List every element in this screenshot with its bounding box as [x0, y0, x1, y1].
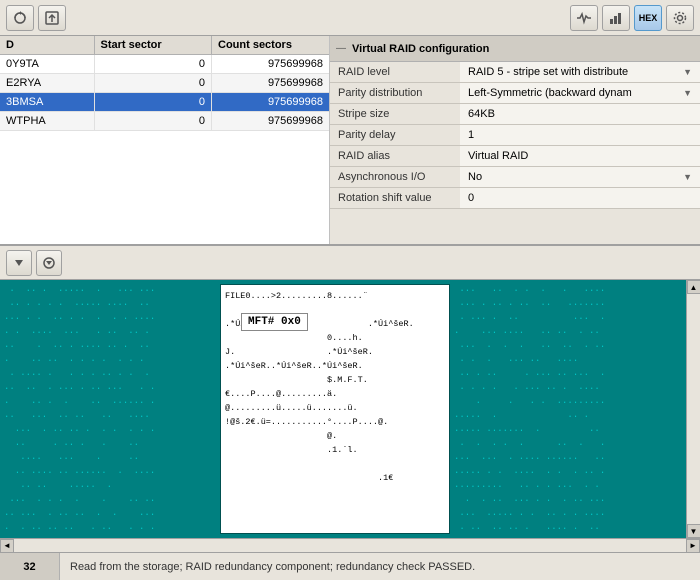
dropdown-arrow-icon[interactable]: ▼ [683, 88, 692, 98]
toolbar-left [6, 5, 66, 31]
disk-id-cell: 3BMSA [0, 93, 94, 112]
export-icon [44, 10, 60, 26]
top-toolbar: HEX [0, 0, 700, 36]
col-header-start: Start sector [94, 36, 212, 55]
chart-button[interactable] [602, 5, 630, 31]
refresh-button[interactable] [6, 5, 34, 31]
mid-dropdown1-button[interactable] [6, 250, 32, 276]
disk-count-cell: 975699968 [212, 112, 330, 131]
raid-panel: — Virtual RAID configuration RAID level … [330, 36, 700, 244]
down-arrow-icon [13, 257, 25, 269]
disk-start-cell: 0 [94, 112, 212, 131]
pulse-button[interactable] [570, 5, 598, 31]
raid-config-header: — Virtual RAID configuration [330, 36, 700, 62]
disk-count-cell: 975699968 [212, 74, 330, 93]
raid-value-text: No [468, 171, 482, 183]
raid-field-label: Rotation shift value [330, 188, 460, 209]
settings-icon [672, 10, 688, 26]
disk-id-cell: E2RYA [0, 74, 94, 93]
raid-field-label: Asynchronous I/O [330, 167, 460, 188]
main-area: D Start sector Count sectors 0Y9TA 0 975… [0, 36, 700, 246]
scroll-down-button[interactable]: ▼ [687, 524, 700, 538]
raid-value-text: RAID 5 - stripe set with distribute [468, 66, 628, 78]
disk-count-cell: 975699968 [212, 55, 330, 74]
toolbar-right: HEX [570, 5, 694, 31]
chart-icon [608, 10, 624, 26]
raid-config-row: Rotation shift value 0 [330, 188, 700, 209]
hex-highlight-text: MFT# 0x0 [248, 316, 301, 328]
settings-button[interactable] [666, 5, 694, 31]
hex-button[interactable]: HEX [634, 5, 662, 31]
refresh-icon [12, 10, 28, 26]
raid-value-text: 64KB [468, 108, 495, 120]
raid-header-title: Virtual RAID configuration [352, 43, 489, 55]
raid-field-label: Parity delay [330, 125, 460, 146]
raid-field-label: RAID level [330, 62, 460, 83]
disk-start-cell: 0 [94, 55, 212, 74]
hex-view-area: · ·· · ····· · ··· ··· ·· · · · · ····· … [0, 280, 700, 538]
col-header-id: D [0, 36, 94, 55]
mid-dropdown2-button[interactable] [36, 250, 62, 276]
scroll-right-button[interactable]: ► [686, 539, 700, 553]
raid-field-label: Parity distribution [330, 83, 460, 104]
mid-toolbar [0, 246, 700, 280]
raid-field-label: RAID alias [330, 146, 460, 167]
raid-config-row: Stripe size 64KB [330, 104, 700, 125]
col-header-count: Count sectors [212, 36, 330, 55]
hex-dots-left: · ·· · ····· · ··· ··· ·· · · · · ····· … [0, 280, 220, 538]
dropdown-arrow-icon[interactable]: ▼ [683, 67, 692, 77]
vertical-scrollbar[interactable]: ▲ ▼ [686, 280, 700, 538]
raid-field-value: 0 [460, 188, 700, 209]
scroll-left-button[interactable]: ◄ [0, 539, 14, 553]
raid-field-value: 1 [460, 125, 700, 146]
raid-field-value[interactable]: RAID 5 - stripe set with distribute ▼ [460, 62, 700, 83]
raid-config-row: RAID alias Virtual RAID [330, 146, 700, 167]
raid-config-row: Parity distribution Left-Symmetric (back… [330, 83, 700, 104]
horizontal-scrollbar[interactable]: ◄ ► [0, 538, 700, 552]
disk-panel: D Start sector Count sectors 0Y9TA 0 975… [0, 36, 330, 244]
raid-config-table: RAID level RAID 5 - stripe set with dist… [330, 62, 700, 209]
hex-label: HEX [639, 13, 658, 23]
disk-start-cell: 0 [94, 93, 212, 112]
raid-field-value: 64KB [460, 104, 700, 125]
raid-field-label: Stripe size [330, 104, 460, 125]
raid-field-value[interactable]: Left-Symmetric (backward dynam ▼ [460, 83, 700, 104]
raid-minus-icon: — [336, 43, 346, 54]
raid-value-text: 1 [468, 129, 474, 141]
raid-field-value[interactable]: No ▼ [460, 167, 700, 188]
dropdown-arrow-icon[interactable]: ▼ [683, 172, 692, 182]
raid-value-text: Left-Symmetric (backward dynam [468, 87, 632, 99]
disk-table: D Start sector Count sectors 0Y9TA 0 975… [0, 36, 329, 131]
disk-id-cell: WTPHA [0, 112, 94, 131]
h-scroll-track[interactable] [14, 539, 686, 552]
status-sector-number: 32 [0, 553, 60, 580]
raid-config-row: RAID level RAID 5 - stripe set with dist… [330, 62, 700, 83]
scroll-track[interactable] [687, 294, 700, 524]
disk-table-row[interactable]: 0Y9TA 0 975699968 [0, 55, 329, 74]
disk-count-cell: 975699968 [212, 93, 330, 112]
pulse-icon [576, 10, 592, 26]
raid-value-text: 0 [468, 192, 474, 204]
raid-field-value: Virtual RAID [460, 146, 700, 167]
export-button[interactable] [38, 5, 66, 31]
scroll-up-button[interactable]: ▲ [687, 280, 700, 294]
raid-value-text: Virtual RAID [468, 150, 528, 162]
disk-table-row[interactable]: WTPHA 0 975699968 [0, 112, 329, 131]
raid-config-row: Asynchronous I/O No ▼ [330, 167, 700, 188]
hex-dots-right: ··· ·· · · · · ···· ··· · ·· · ·· ·· ···… [450, 280, 686, 538]
status-bar: 32 Read from the storage; RAID redundanc… [0, 552, 700, 580]
disk-id-cell: 0Y9TA [0, 55, 94, 74]
disk-table-row[interactable]: E2RYA 0 975699968 [0, 74, 329, 93]
disk-start-cell: 0 [94, 74, 212, 93]
hex-highlight-box: MFT# 0x0 [241, 313, 308, 331]
raid-config-row: Parity delay 1 [330, 125, 700, 146]
hex-content-panel[interactable]: FILE0....>2.........8......¨ .*Úi^šeR.* … [220, 284, 450, 534]
down-circle-icon [43, 257, 55, 269]
status-message: Read from the storage; RAID redundancy c… [60, 557, 700, 577]
disk-table-row[interactable]: 3BMSA 0 975699968 [0, 93, 329, 112]
